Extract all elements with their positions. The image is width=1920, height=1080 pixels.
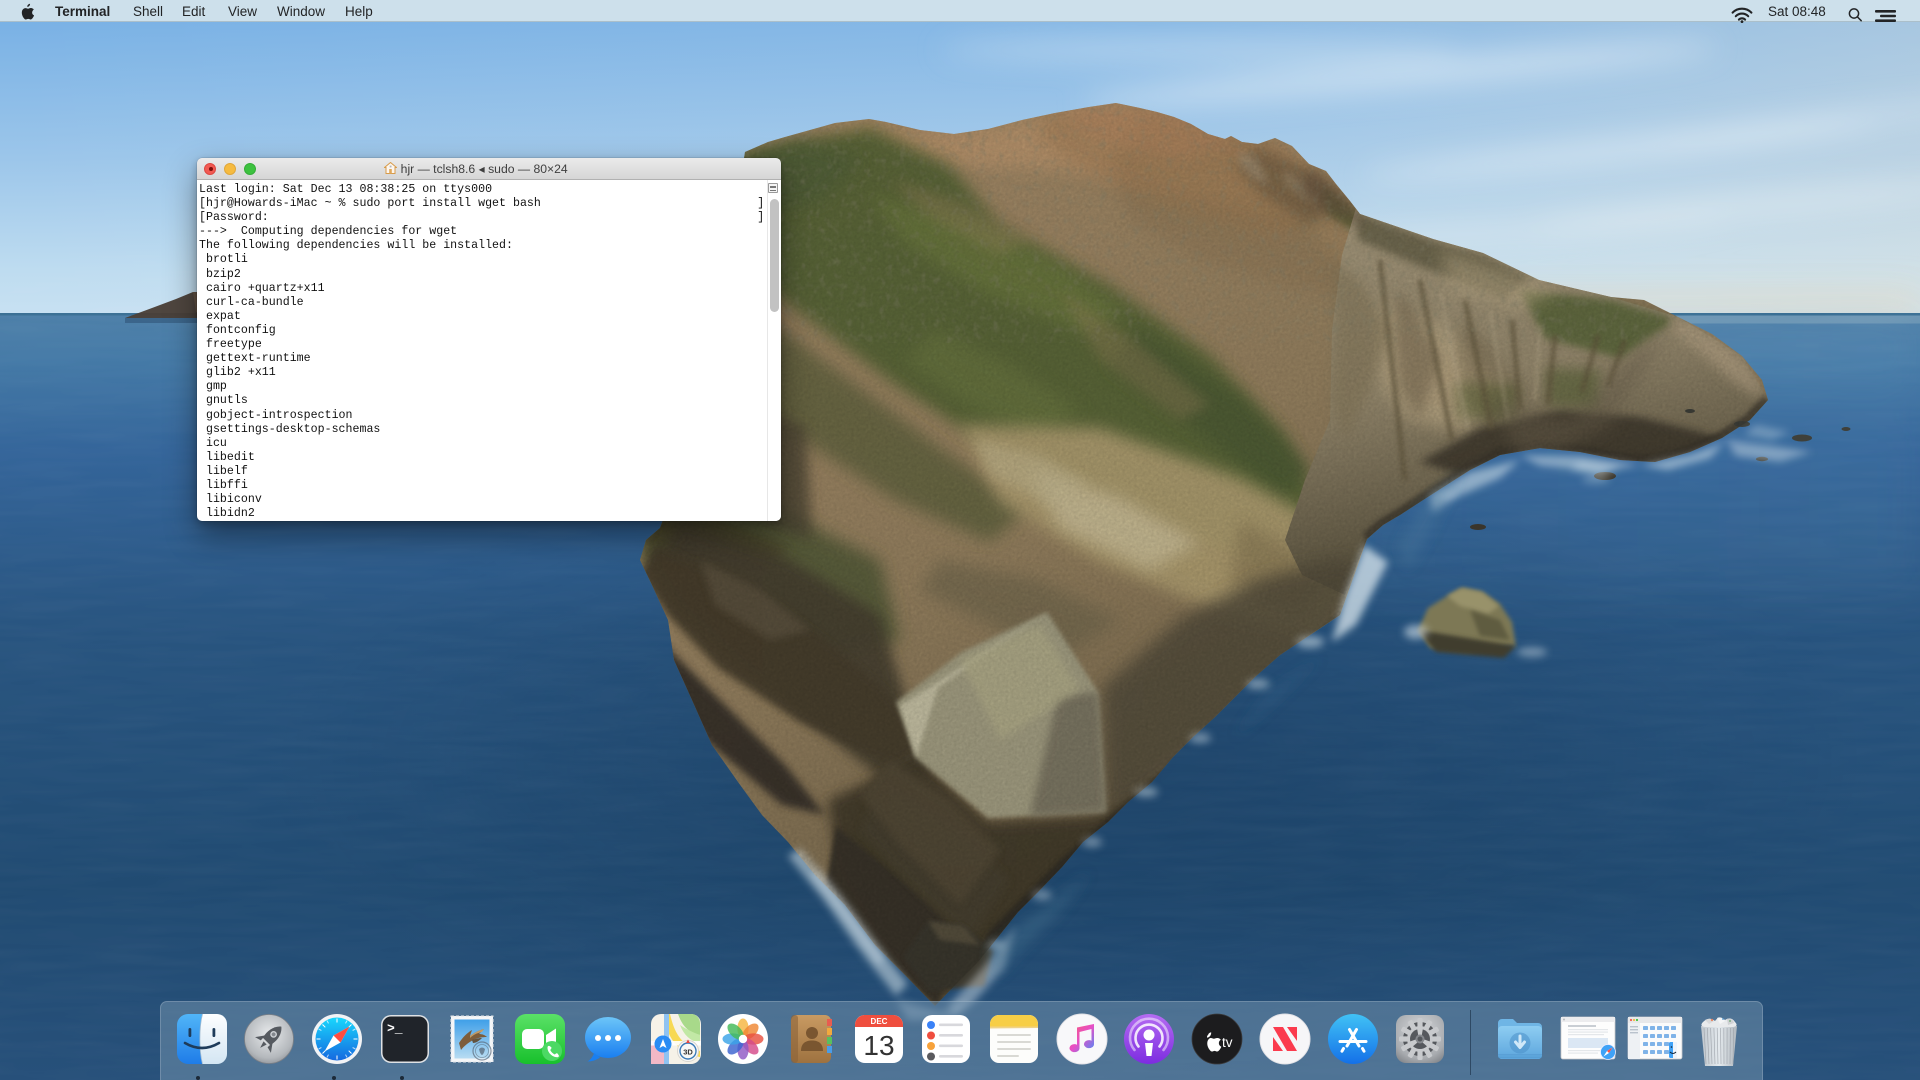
svg-text:DEC: DEC [870,1017,887,1026]
svg-text:>_: >_ [387,1021,403,1036]
svg-text:tv: tv [1222,1035,1233,1050]
svg-text:13: 13 [863,1030,894,1061]
svg-text:3D: 3D [683,1048,693,1057]
